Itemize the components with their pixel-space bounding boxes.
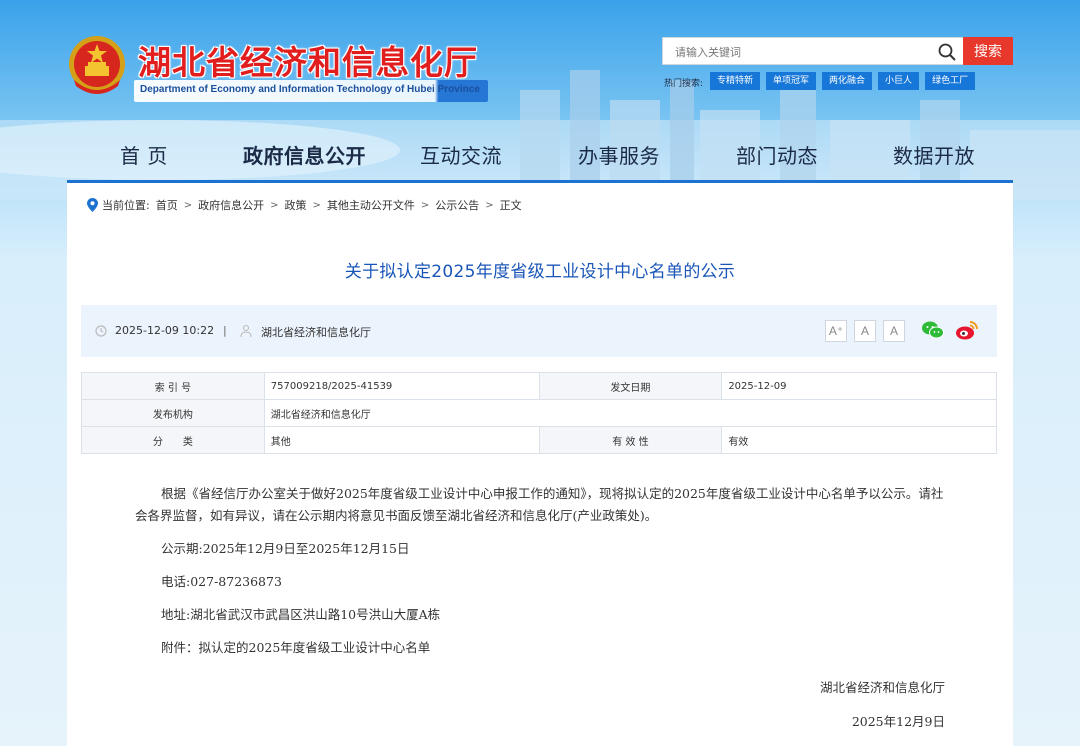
meta-divider: | [223, 324, 227, 337]
search-box [662, 37, 964, 65]
search-button[interactable]: 搜索 [963, 37, 1013, 65]
publisher: 湖北省经济和信息化厅 [261, 326, 371, 339]
main-nav: 首 页 政府信息公开 互动交流 办事服务 部门动态 数据开放 [0, 140, 1080, 176]
site-header: 湖北省经济和信息化厅 Department of Economy and Inf… [0, 0, 1080, 120]
site-title[interactable]: 湖北省经济和信息化厅 [138, 36, 478, 84]
site-subtitle-bar: Department of Economy and Information Te… [134, 80, 488, 102]
table-label: 索 引 号 [81, 372, 265, 400]
table-value: 757009218/2025-41539 [263, 372, 540, 400]
hot-tag[interactable]: 两化融合 [822, 72, 873, 90]
article-body: 根据《省经信厅办公室关于做好2025年度省级工业设计中心申报工作的通知》，现将拟… [135, 483, 955, 670]
table-row: 索 引 号 757009218/2025-41539 发文日期 2025-12-… [81, 372, 997, 400]
location-pin-icon [87, 198, 98, 212]
article-title: 关于拟认定2025年度省级工业设计中心名单的公示 [344, 262, 736, 282]
table-value: 其他 [263, 426, 540, 454]
publicity-period: 公示期:2025年12月9日至2025年12月15日 [161, 541, 410, 556]
wechat-icon[interactable] [921, 319, 945, 341]
attachment-link[interactable]: 附件：拟认定的2025年度省级工业设计中心名单 [135, 637, 955, 659]
font-size-decrease-button[interactable]: A [883, 320, 905, 342]
hot-tag[interactable]: 小巨人 [878, 72, 920, 90]
nav-item-gov-info[interactable]: 政府信息公开 [243, 140, 366, 169]
table-row: 发布机构 湖北省经济和信息化厅 [81, 399, 998, 427]
body-paragraph: 根据《省经信厅办公室关于做好2025年度省级工业设计中心申报工作的通知》，现将拟… [135, 486, 944, 523]
hot-tag[interactable]: 绿色工厂 [925, 72, 976, 90]
table-value: 有效 [721, 426, 997, 454]
breadcrumb-item[interactable]: 政策 [285, 197, 307, 213]
chevron-right-icon: > [485, 199, 494, 211]
breadcrumb-item-current: 正文 [499, 199, 522, 212]
hot-tag[interactable]: 专精特新 [710, 72, 761, 90]
contact-address: 地址:湖北省武汉市武昌区洪山路10号洪山大厦A栋 [161, 607, 441, 622]
breadcrumb-item[interactable]: 其他主动公开文件 [327, 197, 415, 213]
table-label: 发文日期 [538, 372, 723, 400]
hot-tag[interactable]: 单项冠军 [766, 72, 817, 90]
table-value: 2025-12-09 [721, 372, 997, 400]
organization-icon [240, 324, 252, 338]
nav-item-open-data[interactable]: 数据开放 [893, 140, 975, 169]
national-emblem-icon [69, 36, 125, 94]
table-label: 发布机构 [81, 399, 265, 427]
contact-phone: 电话:027-87236873 [161, 574, 282, 589]
table-value: 湖北省经济和信息化厅 [263, 399, 998, 427]
search-input[interactable] [675, 43, 925, 61]
breadcrumb-item[interactable]: 政府信息公开 [198, 197, 264, 213]
chevron-right-icon: > [312, 199, 321, 211]
table-row: 分 类 其他 有 效 性 有效 [81, 426, 997, 454]
hot-search-label: 热门搜索: [664, 79, 704, 89]
breadcrumb-item[interactable]: 首页 [156, 197, 178, 213]
chevron-right-icon: > [183, 199, 193, 211]
search-icon[interactable] [937, 42, 957, 62]
font-size-increase-button[interactable]: A⁺ [825, 320, 847, 342]
table-label: 分 类 [81, 426, 265, 454]
content-card: 当前位置: 首页 > 政府信息公开 > 政策 > 其他主动公开文件 > 公示公告… [67, 180, 1013, 746]
clock-icon [95, 325, 107, 337]
font-size-default-button[interactable]: A [854, 320, 876, 342]
nav-item-news[interactable]: 部门动态 [736, 140, 818, 169]
nav-item-interaction[interactable]: 互动交流 [420, 140, 502, 169]
breadcrumb-item[interactable]: 公示公告 [435, 197, 479, 213]
signature: 湖北省经济和信息化厅 [819, 680, 945, 695]
weibo-icon[interactable] [955, 319, 979, 341]
nav-item-home[interactable]: 首 页 [120, 140, 168, 169]
info-table: 索 引 号 757009218/2025-41539 发文日期 2025-12-… [81, 372, 998, 454]
nav-item-services[interactable]: 办事服务 [578, 140, 660, 169]
chevron-right-icon: > [420, 199, 430, 211]
article-meta-bar: 2025-12-09 10:22 | 湖北省经济和信息化厅 A⁺ A A [81, 305, 997, 357]
chevron-right-icon: > [270, 199, 279, 211]
breadcrumb: 当前位置: 首页 > 政府信息公开 > 政策 > 其他主动公开文件 > 公示公告… [87, 197, 528, 213]
signature-date: 2025年12月9日 [851, 714, 945, 729]
site-subtitle: Department of Economy and Information Te… [140, 84, 480, 95]
breadcrumb-label: 当前位置: [102, 199, 150, 212]
table-label: 有 效 性 [538, 426, 723, 454]
publish-time: 2025-12-09 10:22 [115, 324, 215, 337]
hot-search-tags: 专精特新 单项冠军 两化融合 小巨人 绿色工厂 [710, 72, 976, 90]
